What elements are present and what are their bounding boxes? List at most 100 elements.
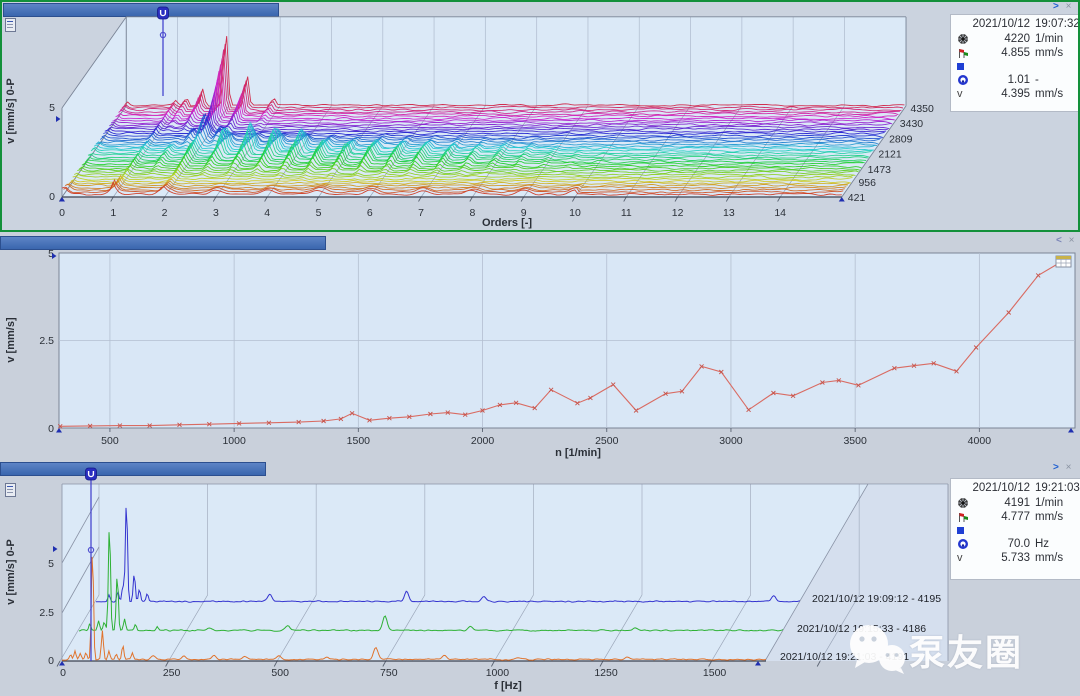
svg-text:6: 6 [367,207,373,219]
info-time: 19:07:32 [1035,18,1080,31]
info-date: 2021/10/12 [972,482,1030,495]
cursor-info-panel-bottom: 2021/10/12 19:21:03 4191 1/min 4.777 mm/… [950,478,1080,580]
v-cursor-label: v [957,552,963,565]
svg-text:8: 8 [469,207,475,219]
svg-text:0: 0 [49,191,55,203]
svg-text:4000: 4000 [968,435,992,447]
svg-text:1250: 1250 [594,667,618,679]
panel-list-icon[interactable] [5,18,16,32]
freq-unit: Hz [1035,537,1050,550]
svg-text:2021/10/12 19:15:33 - 4186: 2021/10/12 19:15:33 - 4186 [797,623,926,635]
close-icon[interactable]: × [1069,235,1077,246]
speed-value: 4220 [1004,32,1030,45]
info-row-speed: 4191 1/min [951,496,1080,511]
info-date-row: 2021/10/12 19:07:32 [951,17,1080,32]
svg-text:2.5: 2.5 [39,335,54,347]
panel-spectrum-compare: 2021/10/12 19:09:12 - 4195 2021/10/12 19:… [0,460,1080,696]
svg-text:956: 956 [858,177,876,189]
close-icon[interactable]: × [1066,462,1074,473]
rpm-dial-icon [958,497,968,508]
peak-unit: mm/s [1035,47,1064,60]
svg-text:Orders [-]: Orders [-] [482,217,532,229]
panel-header-buttons: < × [1056,236,1076,246]
v-value: 5.733 [1001,552,1030,565]
svg-text:4: 4 [264,207,270,219]
panel-order-waterfall: 0 1 2 3 4 5 6 7 8 9 10 11 12 13 14 Orders [-] 5 0 v [mm/s]… [0,0,1080,232]
peak-unit: mm/s [1035,511,1064,524]
info-row-marker [951,61,1080,73]
svg-text:750: 750 [380,667,398,679]
close-icon[interactable]: × [1066,1,1074,12]
collapse-icon[interactable]: < [1056,235,1064,246]
app-window: 0 1 2 3 4 5 6 7 8 9 10 11 12 13 14 Orders [-] 5 0 v [mm/s]… [0,0,1080,696]
svg-text:500: 500 [101,435,119,447]
blue-donut-icon [958,538,968,549]
svg-text:1000: 1000 [486,667,510,679]
svg-text:2500: 2500 [595,435,619,447]
waterfall-plot[interactable]: 0 1 2 3 4 5 6 7 8 9 10 11 12 13 14Orders [-]50v [mm/s]… [0,0,1080,230]
svg-text:v [mm/s]: v [mm/s] [5,317,17,363]
svg-text:7: 7 [418,207,424,219]
svg-text:1500: 1500 [703,667,727,679]
svg-text:1: 1 [110,207,116,219]
mini-table-icon[interactable] [1055,255,1072,268]
cursor-info-panel-top: 2021/10/12 19:07:32 4220 1/min 4.855 mm/… [950,14,1080,112]
rpm-dial-icon [958,33,968,44]
svg-text:5: 5 [316,207,322,219]
order-unit: - [1035,73,1039,86]
svg-text:421: 421 [848,192,866,204]
flags-icon [959,49,968,59]
svg-text:4350: 4350 [910,103,934,115]
panel-header-buttons: > × [1053,2,1073,12]
panel-header-buttons: > × [1053,463,1073,473]
trend-plot[interactable]: 500 1000 1500 2000 2500 3000 3500 4000 n [1/min]… [0,232,1080,460]
svg-text:0: 0 [59,207,65,219]
info-row-marker [951,525,1080,537]
svg-text:f [Hz]: f [Hz] [494,680,522,692]
svg-text:5: 5 [49,102,55,114]
info-row-peak: 4.777 mm/s [951,510,1080,525]
svg-text:1473: 1473 [868,164,892,176]
v-unit: mm/s [1035,552,1064,565]
svg-text:1500: 1500 [347,435,371,447]
flags-icon [959,513,968,523]
expand-icon[interactable]: > [1053,462,1061,473]
svg-text:3000: 3000 [719,435,743,447]
blue-donut-icon [958,74,968,85]
svg-text:3430: 3430 [900,118,924,130]
svg-text:3: 3 [213,207,219,219]
info-row-freq: 70.0 Hz [951,537,1080,552]
peak-value: 4.855 [1001,47,1030,60]
svg-text:0: 0 [48,655,54,667]
panel-speed-trend: 500 1000 1500 2000 2500 3000 3500 4000 n [1/min]… [0,232,1080,460]
svg-text:2809: 2809 [889,133,913,145]
svg-text:2121: 2121 [878,149,902,161]
svg-text:2.5: 2.5 [39,607,54,619]
svg-text:14: 14 [774,207,786,219]
info-time: 19:21:03 [1035,482,1080,495]
svg-text:3500: 3500 [843,435,867,447]
svg-text:250: 250 [163,667,181,679]
speed-unit: 1/min [1035,32,1064,45]
spectrum-plot[interactable]: 2021/10/12 19:09:12 - 4195 2021/10/12 19:… [0,460,1080,696]
svg-text:0: 0 [60,667,66,679]
svg-text:v [mm/s] 0-P: v [mm/s] 0-P [5,539,17,604]
expand-icon[interactable]: > [1053,1,1061,12]
svg-text:2021/10/12 19:21:03 - 4191: 2021/10/12 19:21:03 - 4191 [780,651,909,663]
info-row-v: v 5.733 mm/s [951,551,1080,566]
svg-text:2000: 2000 [471,435,495,447]
speed-value: 4191 [1004,496,1030,509]
info-row-order: 1.01 - [951,73,1080,88]
speed-unit: 1/min [1035,496,1064,509]
info-row-speed: 4220 1/min [951,32,1080,47]
svg-text:500: 500 [271,667,289,679]
v-unit: mm/s [1035,88,1064,101]
order-value: 1.01 [1007,73,1030,86]
panel-list-icon[interactable] [5,483,16,497]
blue-square-icon [957,527,964,534]
svg-text:5: 5 [48,558,54,570]
svg-text:v [mm/s] 0-P: v [mm/s] 0-P [5,78,17,143]
svg-text:n [1/min]: n [1/min] [555,447,601,459]
svg-text:12: 12 [672,207,684,219]
info-row-peak: 4.855 mm/s [951,46,1080,61]
